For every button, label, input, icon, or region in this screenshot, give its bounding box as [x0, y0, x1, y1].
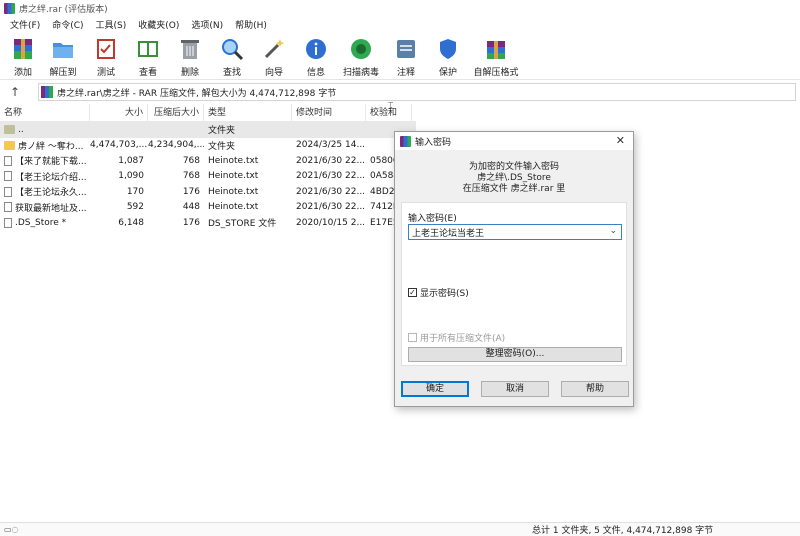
toolbar-extract-button[interactable]: 解压到: [42, 33, 84, 78]
winrar-window: 虏之绊.rar (评估版本) 文件(F) 命令(C) 工具(S) 收藏夹(O) …: [0, 0, 800, 536]
cancel-button[interactable]: 取消: [481, 381, 549, 397]
address-field[interactable]: 虏之绊.rar\虏之绊 - RAR 压缩文件, 解包大小为 4,474,712,…: [38, 83, 796, 101]
toolbar-delete-button[interactable]: 删除: [170, 33, 210, 78]
use-for-all-checkbox[interactable]: 用于所有压缩文件(A): [408, 331, 505, 344]
menu-favorites[interactable]: 收藏夹(O): [132, 18, 185, 31]
toolbar-view-button[interactable]: 查看: [128, 33, 168, 78]
password-input[interactable]: 上老王论坛当老王 ⌄: [408, 224, 622, 240]
close-icon[interactable]: ✕: [616, 134, 625, 147]
organize-passwords-button[interactable]: 整理密码(O)...: [408, 347, 622, 362]
col-modified[interactable]: 修改时间: [292, 103, 366, 122]
col-crc[interactable]: 校验和: [366, 103, 412, 122]
protect-icon: [435, 36, 461, 62]
winrar-app-icon: [400, 135, 411, 147]
col-type[interactable]: 类型: [204, 103, 292, 122]
menu-commands[interactable]: 命令(C): [46, 18, 89, 31]
table-row[interactable]: 虏ノ絆 ～奪わ... 4,474,703,... 4,234,904,... 文…: [0, 138, 416, 154]
address-bar: ↑ 虏之绊.rar\虏之绊 - RAR 压缩文件, 解包大小为 4,474,71…: [0, 81, 800, 103]
file-icon: [4, 217, 12, 228]
up-arrow-icon[interactable]: ↑: [0, 81, 30, 103]
parent-folder-icon: [4, 125, 15, 135]
menu-options[interactable]: 选项(N): [185, 18, 229, 31]
text-file-icon: [4, 155, 12, 166]
toolbar-protect-button[interactable]: 保护: [428, 33, 468, 78]
toolbar-wizard-button[interactable]: 向导: [254, 33, 294, 78]
drive-icon: ▭◌: [4, 525, 19, 534]
col-name[interactable]: 名称: [0, 103, 90, 122]
toolbar-find-button[interactable]: 查找: [212, 33, 252, 78]
view-icon: [135, 36, 161, 62]
text-file-icon: [4, 202, 12, 213]
window-title: 虏之绊.rar (评估版本): [19, 4, 108, 15]
find-icon: [219, 36, 245, 62]
winrar-app-icon: [4, 2, 15, 14]
menu-file[interactable]: 文件(F): [4, 18, 46, 31]
password-label: 输入密码(E): [408, 214, 457, 224]
password-panel: 输入密码(E) 上老王论坛当老王 ⌄ ✓ 显示密码(S) 用于所有压缩文件(A)…: [401, 202, 627, 366]
text-file-icon: [4, 171, 12, 182]
table-row[interactable]: 【老王论坛永久... 170 176 Heinote.txt 2021/6/30…: [0, 184, 416, 200]
checkbox-icon: [408, 333, 417, 342]
info-icon: [303, 36, 329, 62]
toolbar-test-button[interactable]: 测试: [86, 33, 126, 78]
col-size[interactable]: 大小: [90, 103, 148, 122]
status-summary: 总计 1 文件夹, 5 文件, 4,474,712,898 字节: [532, 526, 714, 536]
delete-icon: [177, 36, 203, 62]
toolbar-add-button[interactable]: 添加: [6, 33, 40, 78]
help-button[interactable]: 帮助: [561, 381, 629, 397]
file-list-header: 名称 大小 压缩后大小 类型 修改时间 校验和: [0, 103, 416, 122]
virus-scan-icon: [348, 36, 374, 62]
address-path: 虏之绊.rar\虏之绊 - RAR 压缩文件, 解包大小为 4,474,712,…: [57, 88, 337, 99]
menu-bar: 文件(F) 命令(C) 工具(S) 收藏夹(O) 选项(N) 帮助(H): [0, 16, 800, 33]
folder-icon: [4, 140, 15, 150]
ok-button[interactable]: 确定: [401, 381, 469, 397]
toolbar-virus-scan-button[interactable]: 扫描病毒: [338, 33, 384, 78]
chevron-down-icon[interactable]: ⌄: [609, 226, 617, 236]
toolbar: 添加 解压到 测试 查看 删除 查找 向导 信息 扫描病毒 注释 保护 自解压格…: [0, 33, 800, 80]
toolbar-comment-button[interactable]: 注释: [386, 33, 426, 78]
table-row[interactable]: 【来了就能下载... 1,087 768 Heinote.txt 2021/6/…: [0, 153, 416, 169]
dialog-info: 为加密的文件输入密码 虏之绊\.DS_Store 在压缩文件 虏之绊.rar 里: [462, 162, 566, 194]
checkbox-checked-icon: ✓: [408, 288, 417, 297]
toolbar-sfx-button[interactable]: 自解压格式: [470, 33, 522, 78]
dialog-title-bar: 输入密码 ✕: [395, 132, 633, 150]
menu-tools[interactable]: 工具(S): [90, 18, 133, 31]
table-row[interactable]: 【老王论坛介绍... 1,090 768 Heinote.txt 2021/6/…: [0, 169, 416, 185]
dialog-title: 输入密码: [415, 137, 452, 148]
status-bar: ▭◌ 总计 1 文件夹, 5 文件, 4,474,712,898 字节: [0, 522, 800, 536]
file-list: 名称 大小 压缩后大小 类型 修改时间 校验和 .. 文件夹 虏ノ絆 ～奪わ..…: [0, 103, 416, 524]
table-row[interactable]: .. 文件夹: [0, 122, 416, 138]
title-bar: 虏之绊.rar (评估版本): [0, 0, 800, 16]
password-dialog: 输入密码 ✕ 为加密的文件输入密码 虏之绊\.DS_Store 在压缩文件 虏之…: [394, 131, 634, 407]
show-password-checkbox[interactable]: ✓ 显示密码(S): [408, 286, 469, 299]
text-file-icon: [4, 186, 12, 197]
wizard-icon: [261, 36, 287, 62]
table-row[interactable]: .DS_Store * 6,148 176 DS_STORE 文件 2020/1…: [0, 215, 416, 231]
table-row[interactable]: 获取最新地址及... 592 448 Heinote.txt 2021/6/30…: [0, 200, 416, 216]
sfx-icon: [483, 36, 509, 62]
col-packed[interactable]: 压缩后大小: [148, 103, 204, 122]
comment-icon: [393, 36, 419, 62]
menu-help[interactable]: 帮助(H): [229, 18, 273, 31]
test-icon: [93, 36, 119, 62]
toolbar-info-button[interactable]: 信息: [296, 33, 336, 78]
add-archive-icon: [10, 36, 36, 62]
archive-icon: [41, 86, 53, 98]
extract-to-icon: [50, 36, 76, 62]
